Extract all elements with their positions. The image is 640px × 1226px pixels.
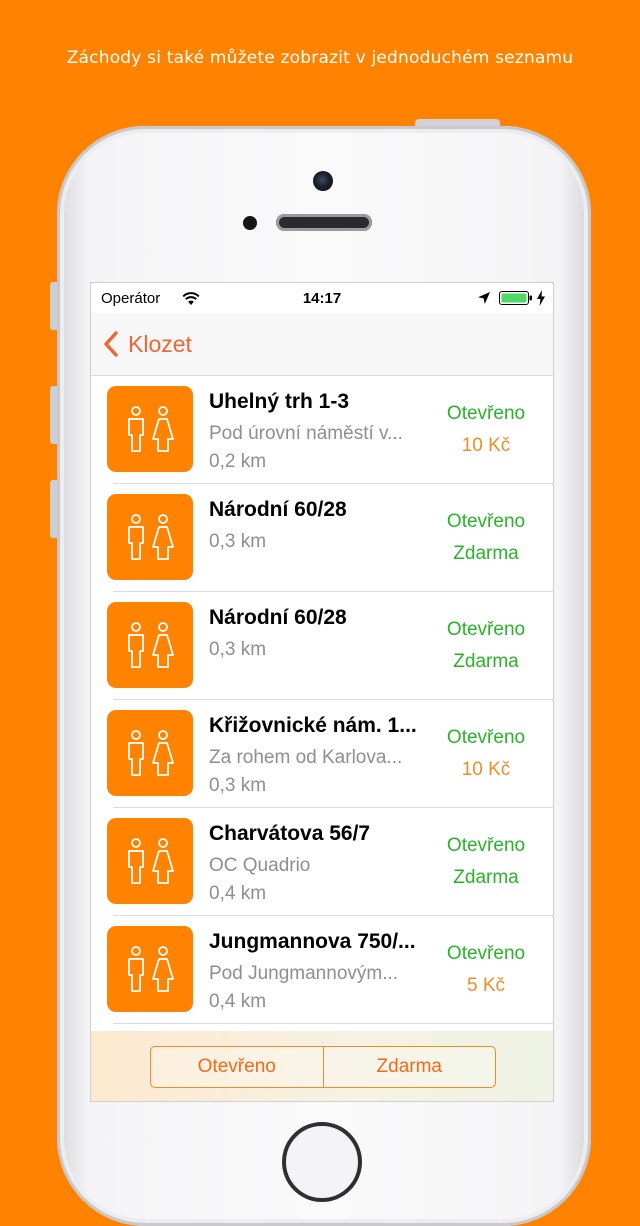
home-button	[282, 1122, 362, 1202]
item-distance: 0,3 km	[209, 639, 267, 660]
item-title: Křižovnické nám. 1...	[209, 714, 417, 737]
list-item[interactable]: Národní 60/28 0,3 km Otevřeno Zdarma	[91, 484, 553, 592]
item-open-status: Otevřeno	[446, 619, 526, 640]
proximity-sensor	[243, 216, 257, 230]
back-button[interactable]: Klozet	[103, 327, 192, 361]
item-title: Národní 60/28	[209, 606, 347, 629]
earpiece-speaker	[276, 214, 372, 231]
filter-segmented-control: Otevřeno Zdarma	[150, 1046, 496, 1088]
item-open-status: Otevřeno	[446, 403, 526, 424]
item-distance: 0,3 km	[209, 531, 267, 552]
list-item[interactable]: Národní 60/28 0,3 km Otevřeno Zdarma	[91, 592, 553, 700]
item-open-status: Otevřeno	[446, 835, 526, 856]
item-title: Jungmannova 750/...	[209, 930, 416, 953]
front-camera	[313, 171, 333, 191]
item-open-status: Otevřeno	[446, 511, 526, 532]
item-subtitle: Pod úrovní náměstí v...	[209, 423, 403, 444]
list-item[interactable]: Uhelný trh 1-3 Pod úrovní náměstí v... 0…	[91, 376, 553, 484]
item-subtitle: OC Quadrio	[209, 855, 311, 876]
restroom-figures-icon	[128, 730, 174, 776]
filter-free-button[interactable]: Zdarma	[322, 1047, 496, 1087]
item-price: 5 Kč	[466, 975, 506, 996]
item-open-status: Otevřeno	[446, 727, 526, 748]
restroom-icon	[107, 818, 193, 904]
charging-bolt-icon	[537, 290, 545, 306]
item-distance: 0,4 km	[209, 991, 267, 1012]
restroom-figures-icon	[128, 838, 174, 884]
restroom-icon	[107, 386, 193, 472]
item-subtitle: Pod Jungmannovým...	[209, 963, 399, 984]
status-bar: Operátor 14:17	[91, 283, 553, 313]
item-price: Zdarma	[453, 543, 519, 564]
list-item[interactable]: Charvátova 56/7 OC Quadrio 0,4 km Otevře…	[91, 808, 553, 916]
restroom-icon	[107, 494, 193, 580]
item-title: Národní 60/28	[209, 498, 347, 521]
back-label: Klozet	[128, 330, 192, 357]
restroom-figures-icon	[128, 406, 174, 452]
item-distance: 0,4 km	[209, 883, 267, 904]
item-distance: 0,2 km	[209, 451, 267, 472]
navigation-bar: Klozet	[91, 313, 553, 376]
filter-toolbar: Otevřeno Zdarma	[91, 1031, 553, 1101]
restroom-figures-icon	[128, 514, 174, 560]
restroom-icon	[107, 602, 193, 688]
item-title: Charvátova 56/7	[209, 822, 371, 845]
restroom-figures-icon	[128, 622, 174, 668]
restroom-icon	[107, 710, 193, 796]
toilet-list: Uhelný trh 1-3 Pod úrovní náměstí v... 0…	[91, 376, 553, 1024]
restroom-icon	[107, 926, 193, 1012]
filter-open-button[interactable]: Otevřeno	[151, 1047, 323, 1087]
list-item[interactable]: Křižovnické nám. 1... Za rohem od Karlov…	[91, 700, 553, 808]
item-distance: 0,3 km	[209, 775, 267, 796]
item-price: 10 Kč	[461, 435, 511, 456]
location-arrow-icon	[478, 292, 490, 304]
list-item[interactable]: Jungmannova 750/... Pod Jungmannovým... …	[91, 916, 553, 1024]
battery-icon	[499, 291, 532, 305]
item-open-status: Otevřeno	[446, 943, 526, 964]
item-price: Zdarma	[453, 651, 519, 672]
item-subtitle: Za rohem od Karlova...	[209, 747, 403, 768]
item-price: Zdarma	[453, 867, 519, 888]
promo-text: Záchody si také můžete zobrazit v jednod…	[66, 48, 574, 68]
item-price: 10 Kč	[461, 759, 511, 780]
item-title: Uhelný trh 1-3	[209, 390, 350, 413]
chevron-left-icon	[104, 331, 118, 357]
restroom-figures-icon	[128, 946, 174, 992]
phone-screen: Operátor 14:17 Klozet Uhelný trh 1-3 Pod…	[90, 282, 554, 1102]
